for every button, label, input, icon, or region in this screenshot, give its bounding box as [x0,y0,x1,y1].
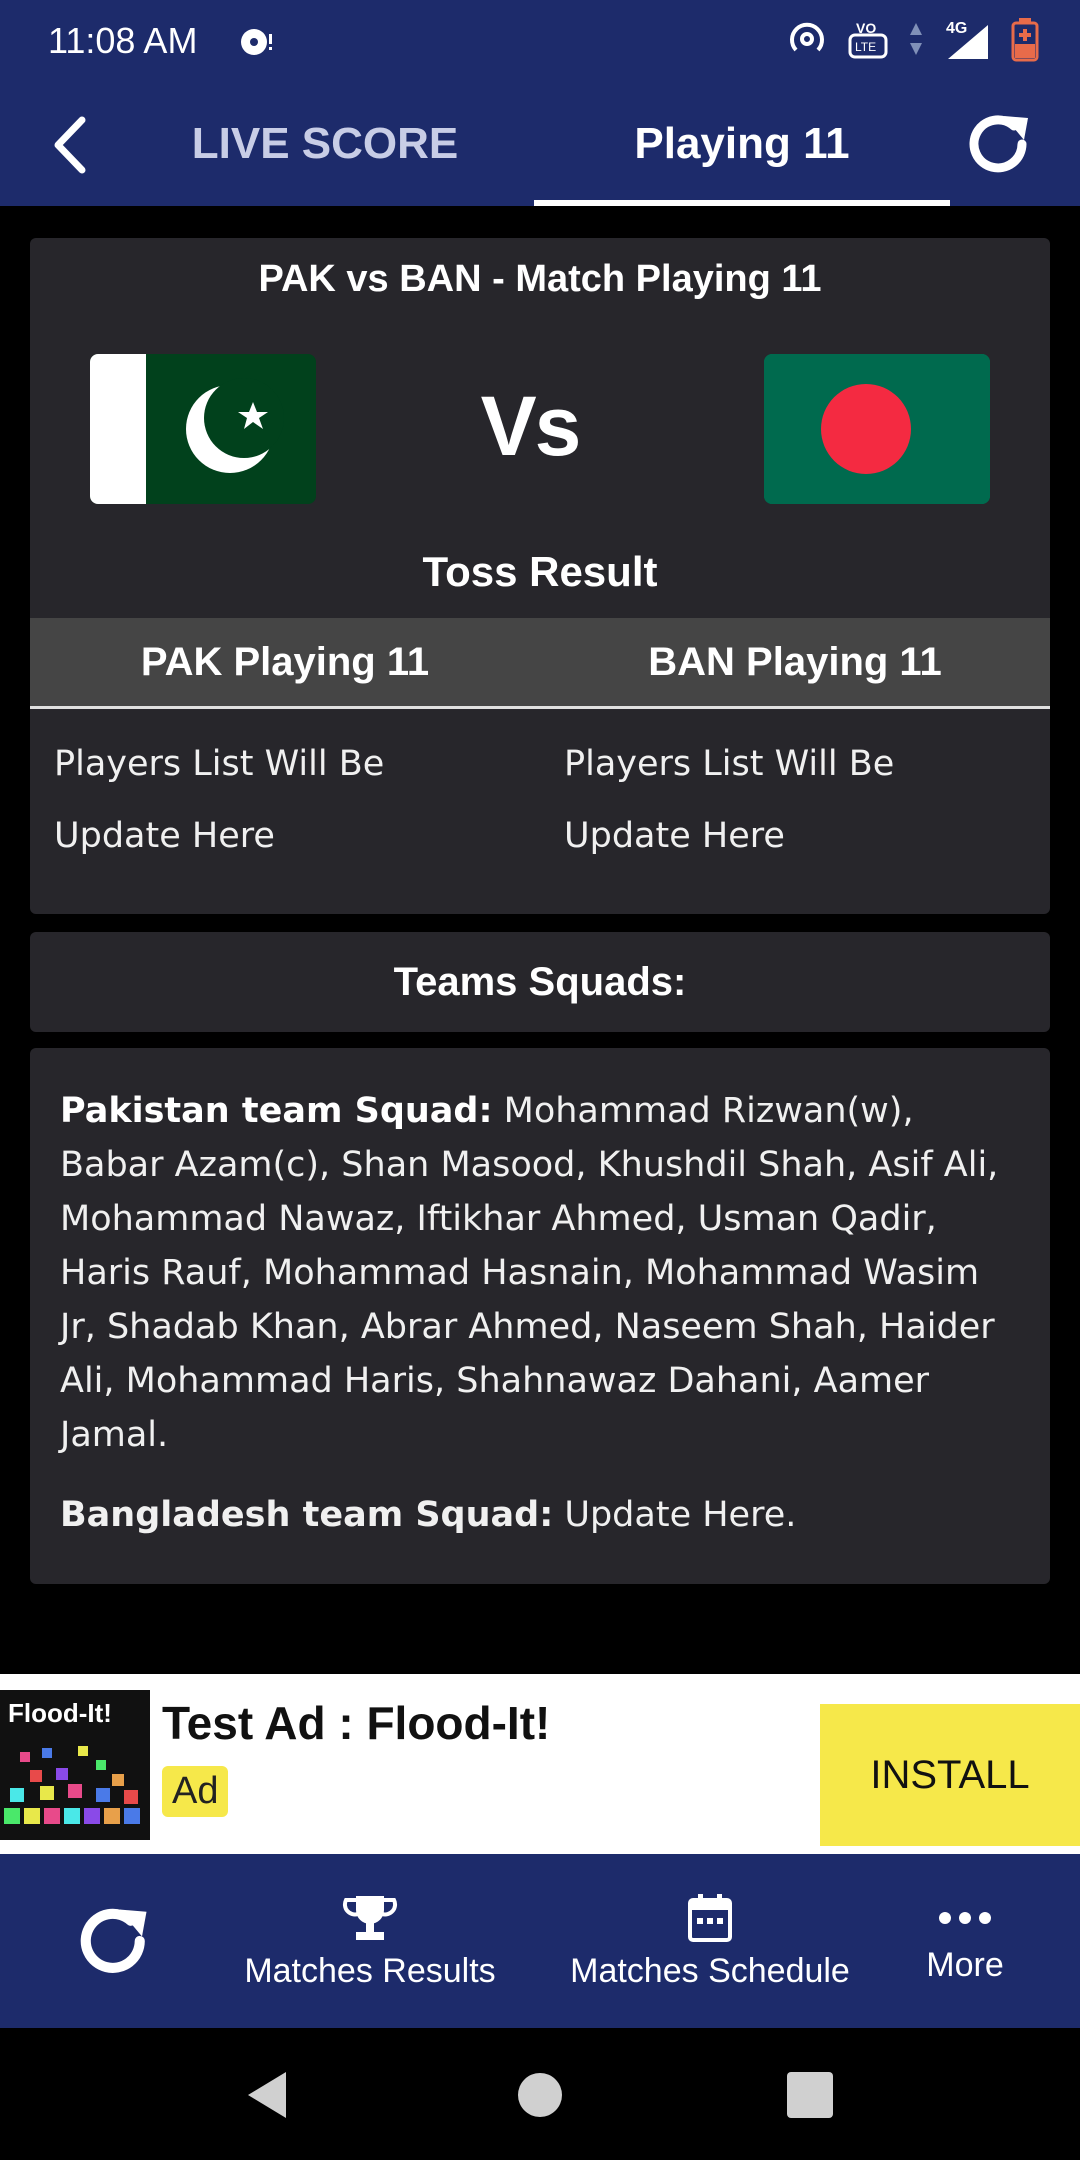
pak-playing-11-header: PAK Playing 11 [140,639,430,684]
bangladesh-squad-paragraph: Bangladesh team Squad: Update Here. [60,1488,1026,1542]
nav-matches-results[interactable]: Matches Results [220,1854,520,2028]
vs-label: Vs [480,379,582,473]
nav-more[interactable]: More [880,1854,1050,2028]
pakistan-squad-players: Mohammad Rizwan(w), Babar Azam(c), Shan … [60,1091,999,1455]
svg-text:VO: VO [856,20,876,36]
pakistan-flag-icon [90,354,316,504]
app-notification-icon [241,29,272,55]
bangladesh-squad-label: Bangladesh team Squad: [60,1495,554,1535]
playing-11-header-row: PAK Playing 11 BAN Playing 11 [30,618,1050,709]
app-bar: LIVE SCORE Playing 11 [0,82,1080,206]
ad-badge: Ad [162,1766,229,1817]
svg-text:4G: 4G [946,20,967,37]
tab-playing-11[interactable]: Playing 11 [534,82,950,206]
nav-more-label: More [926,1945,1004,1984]
status-bar: 11:08 AM VO LTE 4G [0,0,1080,82]
ad-thumbnail[interactable]: Flood-It! [0,1690,150,1840]
system-home-icon[interactable] [515,2070,565,2120]
nav-matches-results-label: Matches Results [244,1951,496,1990]
svg-text:LTE: LTE [855,40,876,54]
nav-matches-schedule[interactable]: Matches Schedule [560,1854,860,2028]
ad-title[interactable]: Test Ad : Flood-It! [162,1696,550,1750]
battery-icon [1011,18,1039,62]
hotspot-icon [790,22,824,52]
bottom-navigation: Matches Results Matches Schedule More [0,1854,1080,2028]
system-navigation-bar [0,2028,1080,2160]
toss-result-label: Toss Result [422,548,658,595]
more-dots-icon [939,1911,991,1924]
refresh-icon [80,1908,147,1973]
bangladesh-flag-icon [764,354,990,504]
pakistan-squad-paragraph: Pakistan team Squad: Mohammad Rizwan(w),… [60,1084,1026,1462]
squads-heading: Teams Squads: [393,959,687,1004]
refresh-icon[interactable] [960,104,1040,184]
flood-it-pattern-icon [4,1746,140,1824]
pakistan-squad-label: Pakistan team Squad: [60,1091,493,1131]
tab-indicator [534,200,950,206]
ban-playing-11-header: BAN Playing 11 [648,639,942,684]
trophy-icon [342,1895,398,1940]
back-arrow-icon[interactable] [40,110,110,180]
match-card: PAK vs BAN - Match Playing 11 Vs Toss Re… [30,238,1050,914]
ad-banner[interactable]: Flood-It! Test Ad : Flood-It! Ad INSTALL [0,1674,1080,1854]
pak-players-list: Players List Will Be Update Here [54,744,385,856]
system-recents-icon[interactable] [785,2070,835,2120]
squads-card: Pakistan team Squad: Mohammad Rizwan(w),… [30,1048,1050,1584]
match-title: PAK vs BAN - Match Playing 11 [258,258,822,300]
volte-icon: VO LTE [848,20,888,59]
squads-heading-card: Teams Squads: [30,932,1050,1032]
data-arrows-icon [910,23,922,55]
system-back-icon[interactable] [242,2068,292,2122]
ad-install-button[interactable]: INSTALL [820,1704,1080,1846]
bangladesh-squad-players: Update Here. [564,1495,797,1535]
tab-live-score[interactable]: LIVE SCORE [140,82,510,206]
signal-icon: 4G [946,20,988,59]
ban-players-list: Players List Will Be Update Here [564,744,895,856]
nav-refresh-button[interactable] [50,1854,180,2028]
status-icons: VO LTE 4G [784,16,1040,62]
nav-matches-schedule-label: Matches Schedule [570,1951,850,1990]
status-time: 11:08 AM [48,20,198,61]
calendar-icon [688,1893,732,1942]
